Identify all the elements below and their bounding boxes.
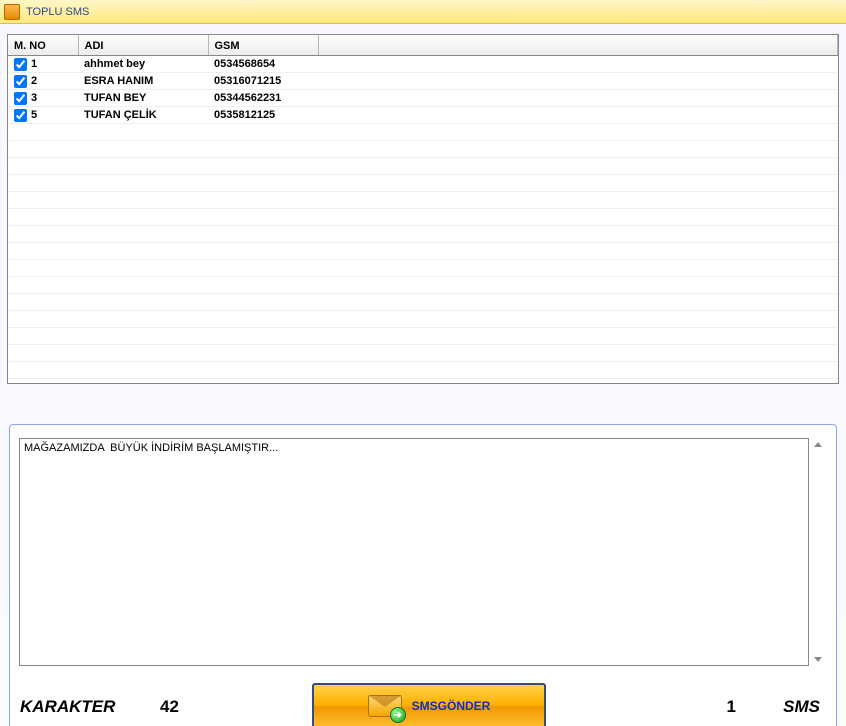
table-row-empty xyxy=(8,192,838,209)
send-button-label: SMSGÖNDER xyxy=(412,699,491,713)
table-row[interactable]: 1 ahhmet bey0534568654 xyxy=(8,56,838,73)
table-row[interactable]: 3 TUFAN BEY05344562231 xyxy=(8,90,838,107)
row-adi: TUFAN ÇELİK xyxy=(78,107,208,124)
row-rest xyxy=(318,73,838,90)
sms-count: 1 xyxy=(727,697,736,717)
app-icon xyxy=(4,4,20,20)
character-count: 42 xyxy=(160,697,179,717)
table-row-empty xyxy=(8,345,838,362)
row-mno: 5 xyxy=(31,109,37,121)
scroll-up-icon[interactable] xyxy=(814,442,822,447)
table-row-empty xyxy=(8,328,838,345)
send-sms-button[interactable]: ➔ SMSGÖNDER xyxy=(312,683,546,726)
table-row-empty xyxy=(8,141,838,158)
row-rest xyxy=(318,56,838,73)
arrow-right-icon: ➔ xyxy=(390,707,406,723)
row-checkbox[interactable] xyxy=(14,75,27,88)
row-gsm: 0534568654 xyxy=(208,56,318,73)
table-row-empty xyxy=(8,226,838,243)
table-row-empty xyxy=(8,209,838,226)
table-row-empty xyxy=(8,175,838,192)
table-row[interactable]: 2 ESRA HANIM05316071215 xyxy=(8,73,838,90)
row-gsm: 0535812125 xyxy=(208,107,318,124)
sms-label: SMS xyxy=(783,697,820,717)
row-checkbox[interactable] xyxy=(14,58,27,71)
compose-bottom-row: KARAKTER 42 ➔ SMSGÖNDER 1 SMS xyxy=(10,679,836,726)
row-gsm: 05316071215 xyxy=(208,73,318,90)
column-header-adi[interactable]: ADI xyxy=(78,36,208,56)
row-rest xyxy=(318,107,838,124)
table-row-empty xyxy=(8,294,838,311)
recipients-grid: M. NO ADI GSM 1 ahhmet bey0534568654 2 ESRA… xyxy=(7,34,839,384)
message-scrollbar[interactable] xyxy=(809,438,827,666)
row-checkbox[interactable] xyxy=(14,109,27,122)
column-header-rest[interactable] xyxy=(318,36,838,56)
row-mno: 3 xyxy=(31,92,37,104)
column-header-gsm[interactable]: GSM xyxy=(208,36,318,56)
row-mno: 2 xyxy=(31,75,37,87)
scroll-down-icon[interactable] xyxy=(814,657,822,662)
row-adi: ahhmet bey xyxy=(78,56,208,73)
row-rest xyxy=(318,90,838,107)
column-header-mno[interactable]: M. NO xyxy=(8,36,78,56)
table-row-empty xyxy=(8,124,838,141)
title-bar: TOPLU SMS xyxy=(0,0,846,24)
table-row-empty xyxy=(8,158,838,175)
envelope-icon: ➔ xyxy=(368,693,402,719)
table-row-empty xyxy=(8,243,838,260)
row-checkbox[interactable] xyxy=(14,92,27,105)
character-label: KARAKTER xyxy=(20,697,115,717)
window-body: M. NO ADI GSM 1 ahhmet bey0534568654 2 ESRA… xyxy=(0,24,846,726)
table-row-empty xyxy=(8,277,838,294)
table-row-empty xyxy=(8,311,838,328)
message-textarea[interactable] xyxy=(19,438,809,666)
row-adi: ESRA HANIM xyxy=(78,73,208,90)
message-area-wrap xyxy=(19,438,827,666)
row-gsm: 05344562231 xyxy=(208,90,318,107)
table-row-empty xyxy=(8,362,838,379)
window-title: TOPLU SMS xyxy=(26,6,89,18)
compose-panel: KARAKTER 42 ➔ SMSGÖNDER 1 SMS xyxy=(9,424,837,726)
row-mno: 1 xyxy=(31,58,37,70)
table-header-row: M. NO ADI GSM xyxy=(8,36,838,56)
table-row-empty xyxy=(8,260,838,277)
table-row[interactable]: 5 TUFAN ÇELİK0535812125 xyxy=(8,107,838,124)
row-adi: TUFAN BEY xyxy=(78,90,208,107)
